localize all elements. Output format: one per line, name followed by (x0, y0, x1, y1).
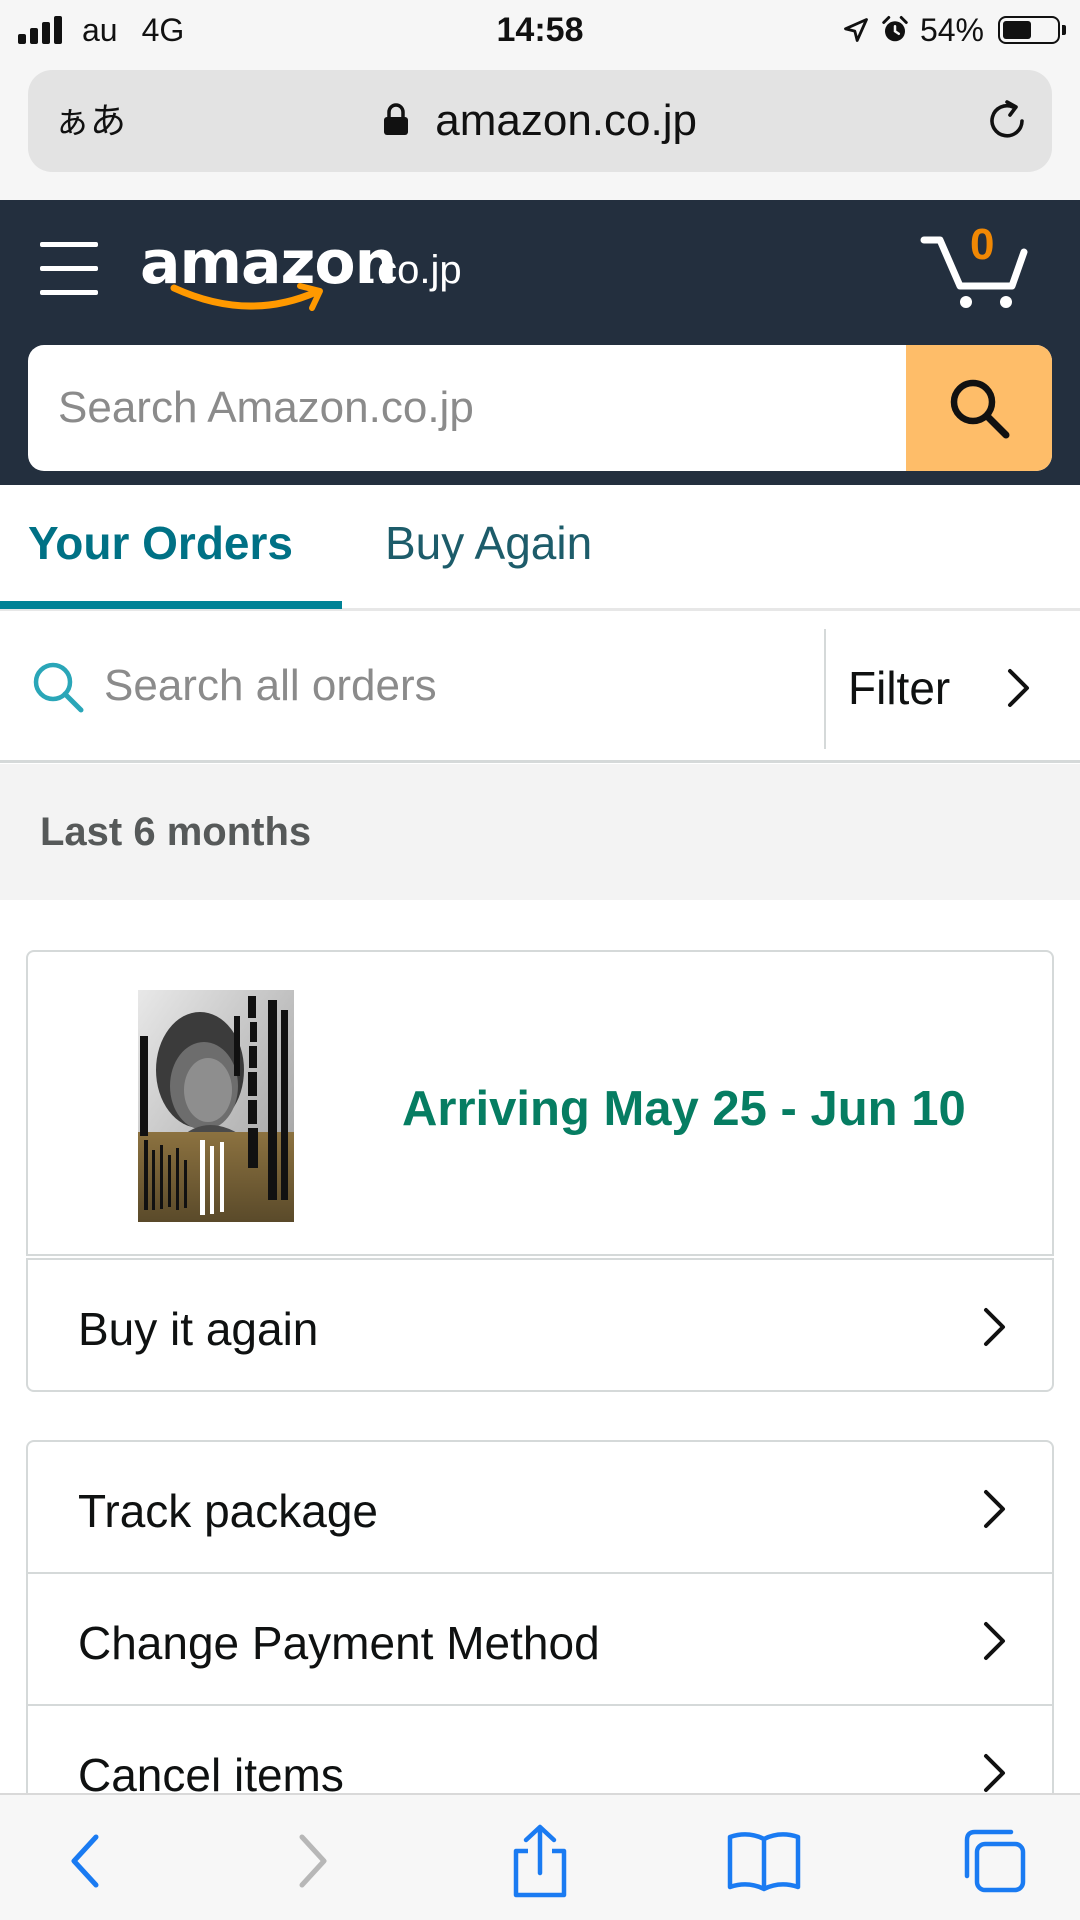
back-button[interactable] (44, 1821, 124, 1901)
product-image[interactable] (138, 990, 294, 1222)
address-bar[interactable]: ぁあ amazon.co.jp (28, 70, 1052, 172)
status-bar: au 4G 14:58 54% (0, 0, 1080, 60)
battery-level (1003, 21, 1031, 39)
logo-domain: .co.jp (366, 248, 462, 292)
order-search-input[interactable] (104, 641, 804, 731)
site-search-input[interactable] (28, 345, 906, 471)
amazon-header: amazon .co.jp 0 (0, 200, 1080, 485)
url-text: amazon.co.jp (435, 96, 697, 145)
site-search (28, 345, 1052, 471)
amazon-logo[interactable]: amazon .co.jp (140, 220, 500, 320)
delivery-status: Arriving May 25 - Jun 10 (402, 1082, 966, 1136)
chevron-right-icon (984, 1622, 1005, 1660)
row-label: Track package (78, 1485, 378, 1537)
cart-count: 0 (970, 220, 995, 269)
buy-it-again-row[interactable]: Buy it again (28, 1260, 1052, 1392)
section-title: Last 6 months (40, 810, 312, 854)
battery-icon (998, 16, 1066, 44)
alarm-icon (882, 16, 908, 42)
share-button[interactable] (500, 1821, 580, 1901)
book-icon (727, 1832, 801, 1892)
filter-label: Filter (848, 662, 951, 714)
tabs-button[interactable] (954, 1821, 1034, 1901)
browser-toolbar (0, 1793, 1080, 1920)
share-icon (513, 1824, 567, 1898)
logo-smile-icon (170, 283, 323, 311)
order-search-bar: Filter (0, 611, 1080, 763)
order-actions-card: Track package Change Payment Method Canc… (26, 1440, 1054, 1840)
reload-icon[interactable] (984, 98, 1030, 144)
chevron-right-icon (984, 1308, 1005, 1346)
url-display[interactable]: amazon.co.jp (28, 96, 1052, 146)
tab-buy-again[interactable]: Buy Again (385, 515, 592, 571)
location-icon (844, 18, 868, 42)
buy-again-card: Buy it again (26, 1258, 1054, 1392)
chevron-right-icon (984, 1754, 1005, 1792)
menu-icon[interactable] (40, 242, 98, 295)
track-package-row[interactable]: Track package (28, 1442, 1052, 1574)
book-cover (138, 990, 294, 1222)
cart-button[interactable]: 0 (920, 222, 1030, 312)
orders-tabs: Your Orders Buy Again (0, 485, 1080, 611)
battery-percent: 54% (919, 11, 984, 48)
chevron-right-icon (1008, 669, 1029, 707)
chevron-right-icon (299, 1834, 327, 1888)
tab-your-orders[interactable]: Your Orders (28, 515, 293, 571)
search-icon (950, 379, 1010, 439)
chevron-right-icon (984, 1490, 1005, 1528)
time-range-header: Last 6 months (0, 764, 1080, 900)
lock-icon (384, 103, 409, 136)
browser-address-area: ぁあ amazon.co.jp (0, 60, 1080, 200)
row-label: Change Payment Method (78, 1617, 600, 1669)
active-tab-indicator (0, 601, 342, 609)
search-icon (33, 662, 84, 713)
tabs-icon (964, 1829, 1026, 1893)
change-payment-row[interactable]: Change Payment Method (28, 1574, 1052, 1706)
order-card[interactable]: Arriving May 25 - Jun 10 (26, 950, 1054, 1256)
status-right: 54% (842, 10, 1066, 50)
bookmarks-button[interactable] (724, 1821, 804, 1901)
row-label: Buy it again (78, 1303, 319, 1355)
filter-button[interactable]: Filter (826, 611, 1080, 761)
chevron-left-icon (71, 1834, 99, 1888)
search-button[interactable] (906, 345, 1052, 471)
forward-button[interactable] (274, 1821, 354, 1901)
